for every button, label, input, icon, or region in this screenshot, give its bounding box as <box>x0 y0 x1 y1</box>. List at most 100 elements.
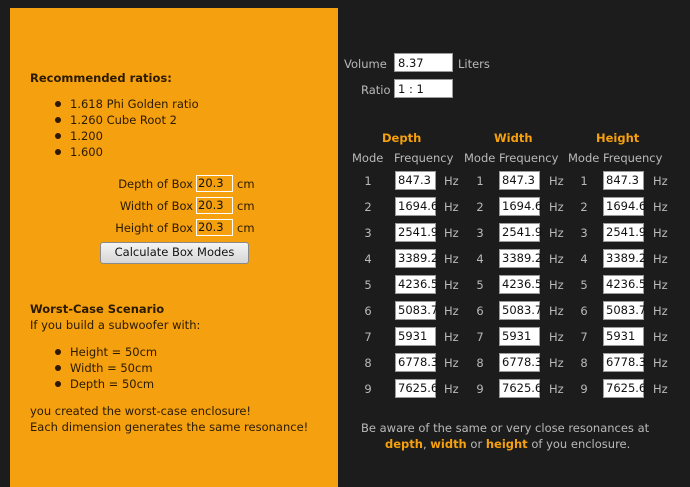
calculate-button[interactable]: Calculate Box Modes <box>100 242 249 264</box>
list-item: 1.618 Phi Golden ratio <box>54 96 199 112</box>
width-hz-unit: Hz <box>549 174 564 188</box>
width-label: Width of Box <box>119 199 193 213</box>
height-frequency-field[interactable]: 847.3 <box>603 171 644 190</box>
width-frequency-field[interactable]: 5083.7 <box>499 301 542 320</box>
depth-frequency-field[interactable]: 7625.6 <box>395 379 438 398</box>
height-frequency-field[interactable]: 4236.5 <box>603 275 646 294</box>
worst-case-line2: Each dimension generates the same resona… <box>30 420 309 434</box>
left-panel: Recommended ratios: 1.618 Phi Golden rat… <box>10 8 338 487</box>
depth-mode-number: 6 <box>364 304 372 318</box>
width-frequency-field[interactable]: 3389.2 <box>499 249 542 268</box>
width-hz-unit: Hz <box>549 356 564 370</box>
height-frequency-field[interactable]: 7625.6 <box>603 379 646 398</box>
bullet-icon <box>55 365 61 371</box>
height-frequency-field[interactable]: 1694.6 <box>603 197 646 216</box>
depth-mode-number: 3 <box>364 226 372 240</box>
depth-hz-unit: Hz <box>444 356 459 370</box>
height-frequency-field[interactable]: 3389.2 <box>603 249 646 268</box>
list-item: Width = 50cm <box>54 360 157 376</box>
width-mode-number: 4 <box>476 252 484 266</box>
height-frequency-field[interactable]: 5931 <box>603 327 644 346</box>
depth-frequency-field[interactable]: 847.3 <box>395 171 436 190</box>
recommended-title: Recommended ratios: <box>30 71 172 85</box>
depth-hz-unit: Hz <box>444 304 459 318</box>
depth-mode-number: 9 <box>364 382 372 396</box>
width-frequency-field[interactable]: 5931 <box>499 327 540 346</box>
width-mode-number: 1 <box>476 174 484 188</box>
width-frequency-field[interactable]: 1694.6 <box>499 197 542 216</box>
width-hz-unit: Hz <box>549 200 564 214</box>
depth-mode-number: 7 <box>364 330 372 344</box>
height-mode-number: 1 <box>580 174 588 188</box>
width-frequency-field[interactable]: 2541.9 <box>499 223 542 242</box>
width-hz-unit: Hz <box>549 382 564 396</box>
depth-frequency-field[interactable]: 5083.7 <box>395 301 438 320</box>
depth-hz-unit: Hz <box>444 226 459 240</box>
list-item: 1.260 Cube Root 2 <box>54 112 199 128</box>
depth-hz-unit: Hz <box>444 382 459 396</box>
height-hz-unit: Hz <box>653 174 668 188</box>
depth-hz-unit: Hz <box>444 330 459 344</box>
width-frequency-field[interactable]: 847.3 <box>499 171 540 190</box>
depth-input[interactable]: 20.3 <box>196 175 233 192</box>
depth-mode-header: Mode <box>352 151 384 165</box>
width-frequency-header: Frequency <box>499 151 559 165</box>
list-item: Height = 50cm <box>54 344 157 360</box>
height-hz-unit: Hz <box>653 278 668 292</box>
volume-unit: Liters <box>458 57 490 71</box>
list-item: Depth = 50cm <box>54 376 157 392</box>
width-unit: cm <box>237 199 255 213</box>
height-mode-number: 6 <box>580 304 588 318</box>
depth-frequency-field[interactable]: 5931 <box>395 327 436 346</box>
height-mode-number: 7 <box>580 330 588 344</box>
width-mode-number: 7 <box>476 330 484 344</box>
width-column-title: Width <box>494 131 533 145</box>
depth-mode-number: 5 <box>364 278 372 292</box>
width-row: Width of Box 20.3 cm <box>10 197 338 217</box>
depth-frequency-field[interactable]: 4236.5 <box>395 275 438 294</box>
note-width: width <box>430 437 467 451</box>
list-item: 1.200 <box>54 128 199 144</box>
note-height: height <box>485 437 528 451</box>
height-mode-number: 9 <box>580 382 588 396</box>
note-line1: Be aware of the same or very close reson… <box>361 421 650 435</box>
width-mode-number: 6 <box>476 304 484 318</box>
width-mode-number: 3 <box>476 226 484 240</box>
height-frequency-field[interactable]: 2541.9 <box>603 223 646 242</box>
height-mode-header: Mode <box>568 151 600 165</box>
depth-hz-unit: Hz <box>444 200 459 214</box>
ratio-label: Ratio <box>361 83 391 97</box>
depth-hz-unit: Hz <box>444 252 459 266</box>
height-input[interactable]: 20.3 <box>196 219 233 236</box>
width-input[interactable]: 20.3 <box>196 197 233 214</box>
width-frequency-field[interactable]: 6778.3 <box>499 353 542 372</box>
depth-frequency-field[interactable]: 2541.9 <box>395 223 438 242</box>
width-mode-number: 8 <box>476 356 484 370</box>
depth-frequency-field[interactable]: 1694.6 <box>395 197 438 216</box>
worst-case-list: Height = 50cm Width = 50cm Depth = 50cm <box>54 344 157 392</box>
width-mode-number: 5 <box>476 278 484 292</box>
ratio-list: 1.618 Phi Golden ratio 1.260 Cube Root 2… <box>54 96 199 160</box>
bullet-icon <box>55 349 61 355</box>
height-frequency-field[interactable]: 6778.3 <box>603 353 646 372</box>
height-row: Height of Box 20.3 cm <box>10 219 338 239</box>
height-mode-number: 8 <box>580 356 588 370</box>
depth-frequency-field[interactable]: 6778.3 <box>395 353 438 372</box>
bullet-icon <box>55 117 61 123</box>
height-hz-unit: Hz <box>653 226 668 240</box>
volume-field[interactable]: 8.37 <box>394 53 453 72</box>
depth-mode-number: 4 <box>364 252 372 266</box>
height-label: Height of Box <box>115 221 193 235</box>
height-frequency-field[interactable]: 5083.7 <box>603 301 646 320</box>
depth-mode-number: 8 <box>364 356 372 370</box>
depth-unit: cm <box>237 177 255 191</box>
worst-case-intro: If you build a subwoofer with: <box>30 318 201 332</box>
height-hz-unit: Hz <box>653 304 668 318</box>
ratio-field[interactable]: 1 : 1 <box>394 79 453 98</box>
width-hz-unit: Hz <box>549 330 564 344</box>
width-hz-unit: Hz <box>549 304 564 318</box>
width-frequency-field[interactable]: 7625.6 <box>499 379 542 398</box>
width-mode-number: 2 <box>476 200 484 214</box>
width-frequency-field[interactable]: 4236.5 <box>499 275 542 294</box>
depth-frequency-field[interactable]: 3389.2 <box>395 249 438 268</box>
